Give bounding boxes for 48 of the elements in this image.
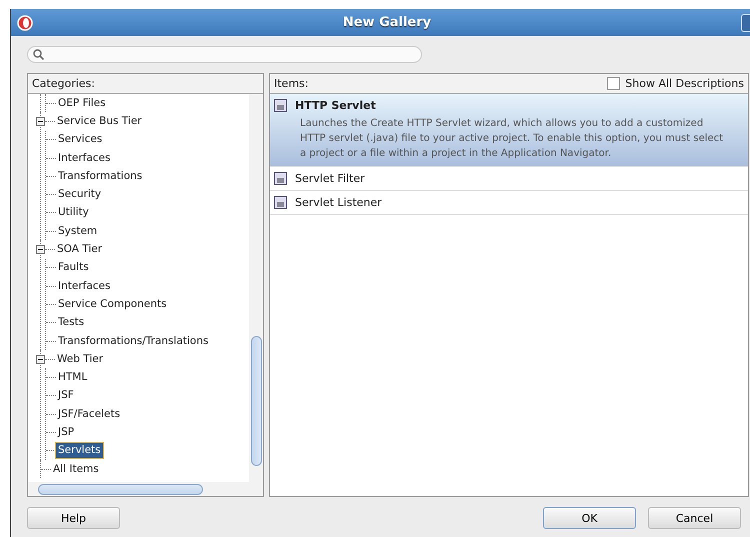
tree-item[interactable]: SOA Tier xyxy=(55,242,104,258)
tree-item[interactable]: JSF/Facelets xyxy=(56,406,122,422)
tree-item[interactable]: Transformations/Translations xyxy=(56,334,210,348)
categories-label: Categories: xyxy=(32,77,95,90)
tree-item[interactable]: OEP Files xyxy=(56,96,108,111)
tree-item[interactable]: Service Bus Tier xyxy=(55,114,144,129)
item-name: HTTP Servlet xyxy=(295,99,376,112)
help-button[interactable]: Help xyxy=(27,507,120,529)
servlet-icon xyxy=(274,99,287,112)
window-title: New Gallery xyxy=(342,15,432,30)
search-icon xyxy=(33,49,44,60)
tree-item[interactable]: Servlets xyxy=(56,443,103,458)
servlet-icon xyxy=(274,172,287,185)
collapse-icon[interactable] xyxy=(36,116,45,126)
checkbox[interactable] xyxy=(607,77,620,90)
tree-item[interactable]: Utility xyxy=(56,205,91,220)
servlet-icon xyxy=(274,196,287,209)
tree-item[interactable]: Security xyxy=(56,187,104,202)
tree-item[interactable]: Tests xyxy=(56,315,86,330)
tree-item[interactable]: HTML xyxy=(56,370,90,386)
gallery-item[interactable] xyxy=(270,94,748,167)
tree-item[interactable]: Services xyxy=(56,132,104,148)
vertical-scrollbar[interactable] xyxy=(249,94,263,482)
tree-item[interactable]: Web Tier xyxy=(55,352,106,367)
dialog-button[interactable]: OK xyxy=(543,507,636,529)
item-name: Servlet Filter xyxy=(295,172,365,185)
tree-item[interactable]: Transformations xyxy=(56,168,144,184)
dialog-button[interactable]: Cancel xyxy=(648,507,741,529)
tree-item[interactable]: Interfaces xyxy=(56,278,112,294)
tree-item[interactable]: All Items xyxy=(51,462,101,477)
gallery-item[interactable]: Servlet Listener xyxy=(270,191,748,215)
item-name: Servlet Listener xyxy=(295,196,382,209)
tree-item[interactable]: Faults xyxy=(56,260,91,276)
gallery-item[interactable]: Servlet Filter xyxy=(270,167,748,191)
scrollbar-thumb[interactable] xyxy=(38,484,203,494)
tree-item[interactable]: JSF xyxy=(56,388,76,404)
collapse-icon[interactable] xyxy=(36,245,45,254)
tree-item[interactable]: Service Components xyxy=(56,296,169,312)
scrollbar-thumb[interactable] xyxy=(250,336,262,466)
tree-item[interactable]: System xyxy=(56,224,100,239)
search-field[interactable] xyxy=(27,46,422,63)
collapse-icon[interactable] xyxy=(36,354,45,364)
items-label: Items: xyxy=(274,77,308,90)
item-description: Launches the Create HTTP Servlet wizard, which allows you to add a customized HTTP servlet (.java) file to your active project. To enable this option, you must select a project or a file within a project in the Application Navigator. xyxy=(300,117,724,161)
checkbox-label[interactable]: Show All Descriptions xyxy=(625,77,744,90)
tree-item[interactable]: Interfaces xyxy=(56,150,112,166)
tree-item[interactable]: JSP xyxy=(56,424,76,440)
app-logo-icon xyxy=(17,14,33,30)
